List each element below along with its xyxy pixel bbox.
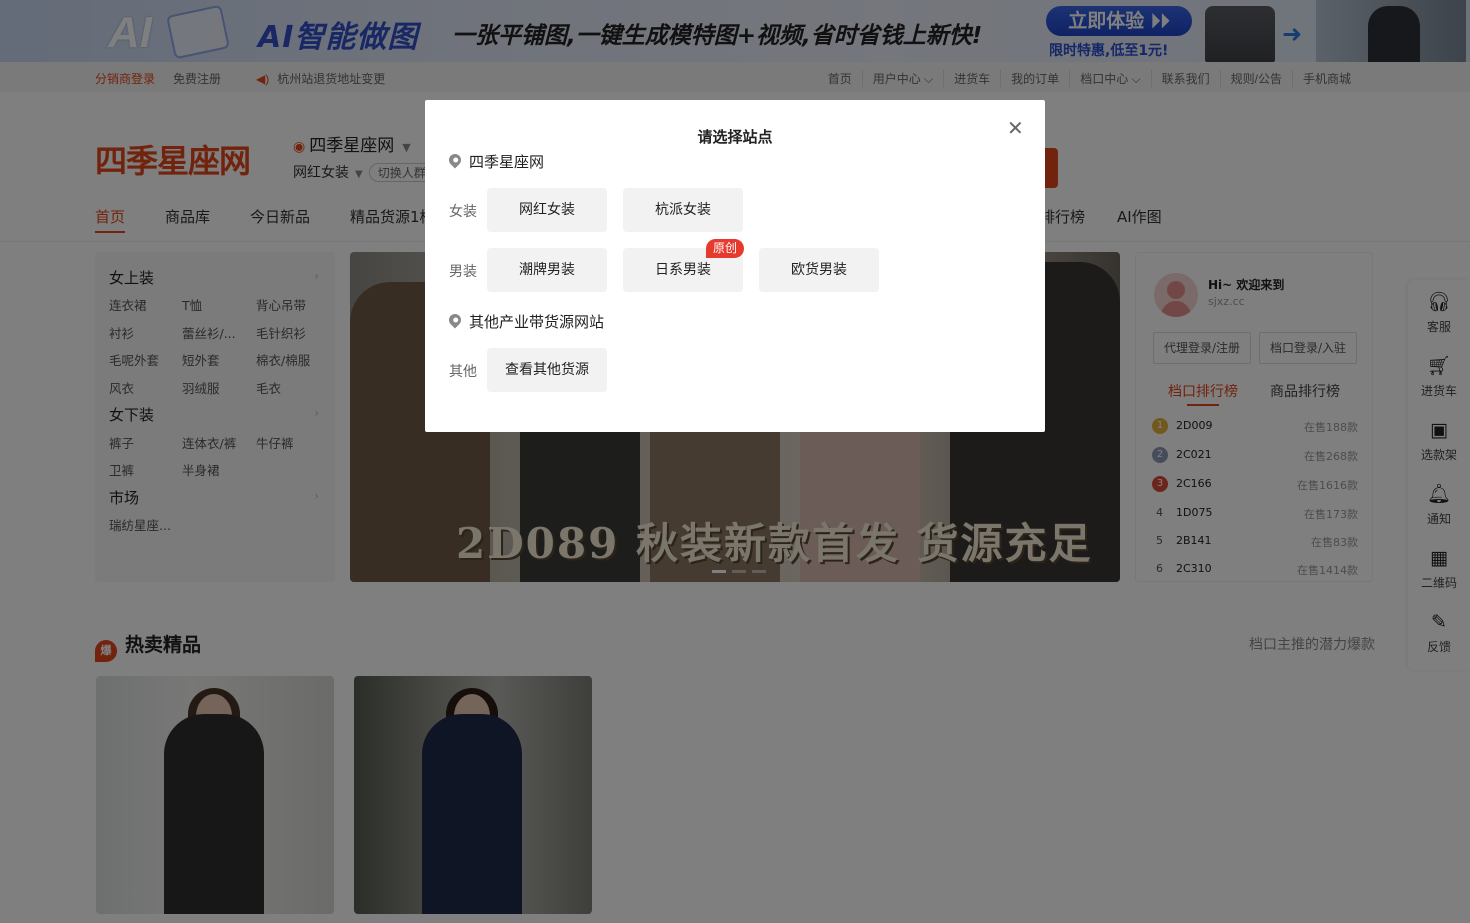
site-section-header: 四季星座网 <box>446 151 545 172</box>
section-title: 其他产业带货源网站 <box>469 313 605 331</box>
close-icon[interactable]: ✕ <box>1007 116 1024 140</box>
location-pin-icon <box>446 311 464 329</box>
option-euro-men[interactable]: 欧货男装 <box>759 248 879 292</box>
row-label-men: 男装 <box>449 264 477 280</box>
row-label-women: 女装 <box>449 204 477 220</box>
site-select-modal: 请选择站点 ✕ 四季星座网 女装 网红女装 杭派女装 男装 潮牌男装 日系男装 … <box>425 100 1045 432</box>
option-wanghong-women[interactable]: 网红女装 <box>487 188 607 232</box>
location-pin-icon <box>446 151 464 169</box>
modal-title: 请选择站点 <box>697 128 773 146</box>
option-trend-men[interactable]: 潮牌男装 <box>487 248 607 292</box>
original-badge: 原创 <box>706 239 745 258</box>
option-hangpai-women[interactable]: 杭派女装 <box>623 188 743 232</box>
option-other-sources[interactable]: 查看其他货源 <box>487 348 607 392</box>
section-title: 四季星座网 <box>469 153 545 171</box>
site-section-header: 其他产业带货源网站 <box>446 311 605 332</box>
row-label-other: 其他 <box>449 364 477 380</box>
